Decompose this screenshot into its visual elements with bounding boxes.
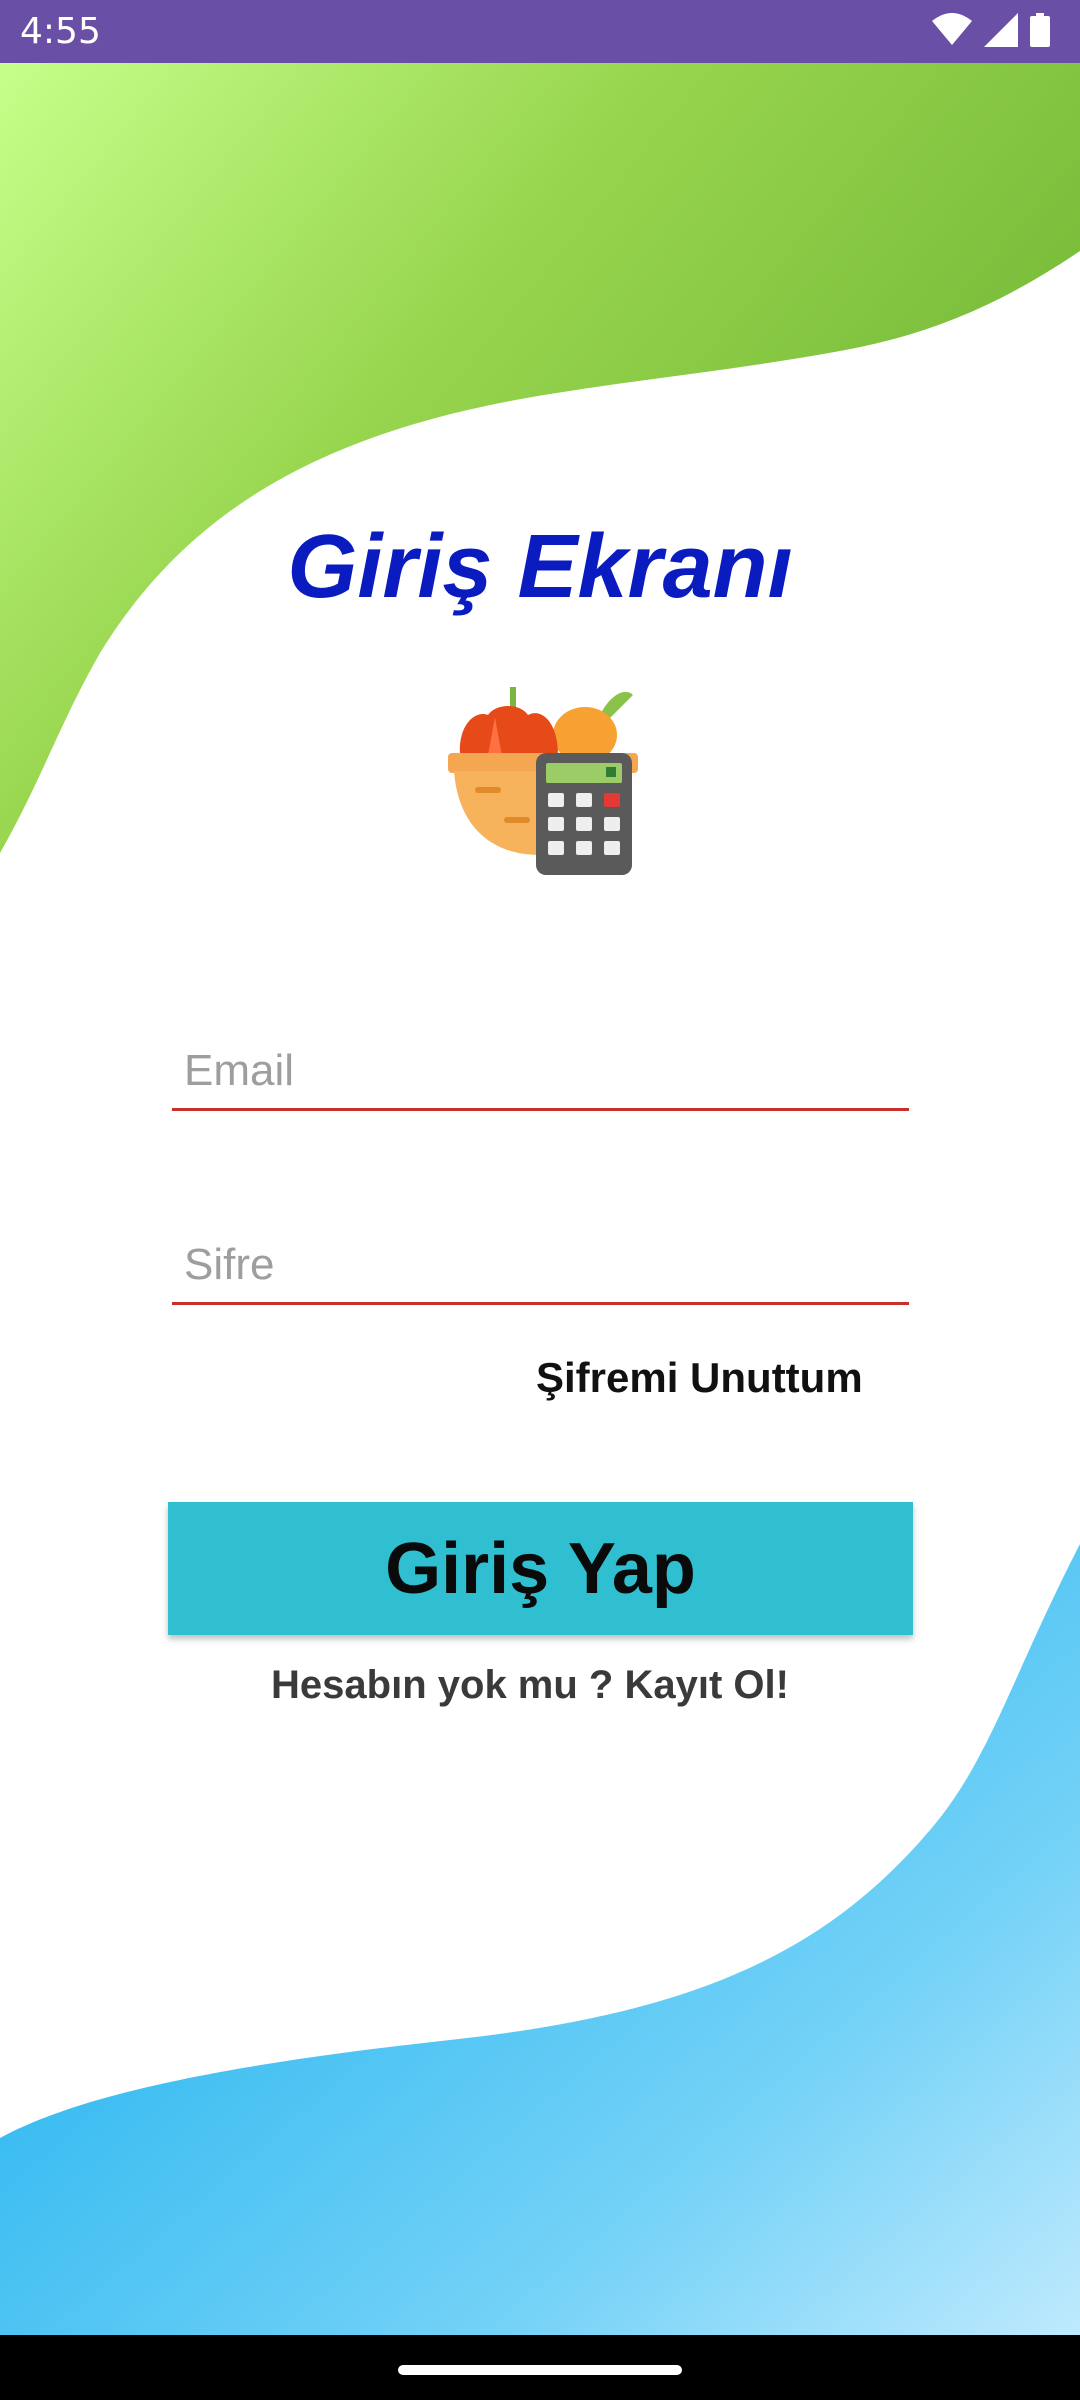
status-bar: 4:55: [0, 0, 1080, 63]
email-input[interactable]: [184, 1038, 884, 1104]
password-field[interactable]: [172, 1232, 909, 1305]
signup-link[interactable]: Hesabın yok mu ? Kayıt Ol!: [0, 1660, 1060, 1710]
battery-icon: [1030, 13, 1050, 47]
page-title: Giriş Ekranı: [287, 517, 793, 617]
password-input[interactable]: [184, 1232, 884, 1298]
vegetable-basket-calculator-icon: [440, 675, 640, 885]
forgot-password-link[interactable]: Şifremi Unuttum: [536, 1352, 863, 1404]
status-icons: [932, 13, 1050, 47]
email-field[interactable]: [172, 1038, 909, 1111]
login-button[interactable]: Giriş Yap: [168, 1502, 913, 1635]
home-indicator[interactable]: [398, 2365, 682, 2375]
wifi-icon: [932, 13, 972, 47]
status-time: 4:55: [20, 11, 101, 52]
cellular-signal-icon: [984, 13, 1018, 47]
